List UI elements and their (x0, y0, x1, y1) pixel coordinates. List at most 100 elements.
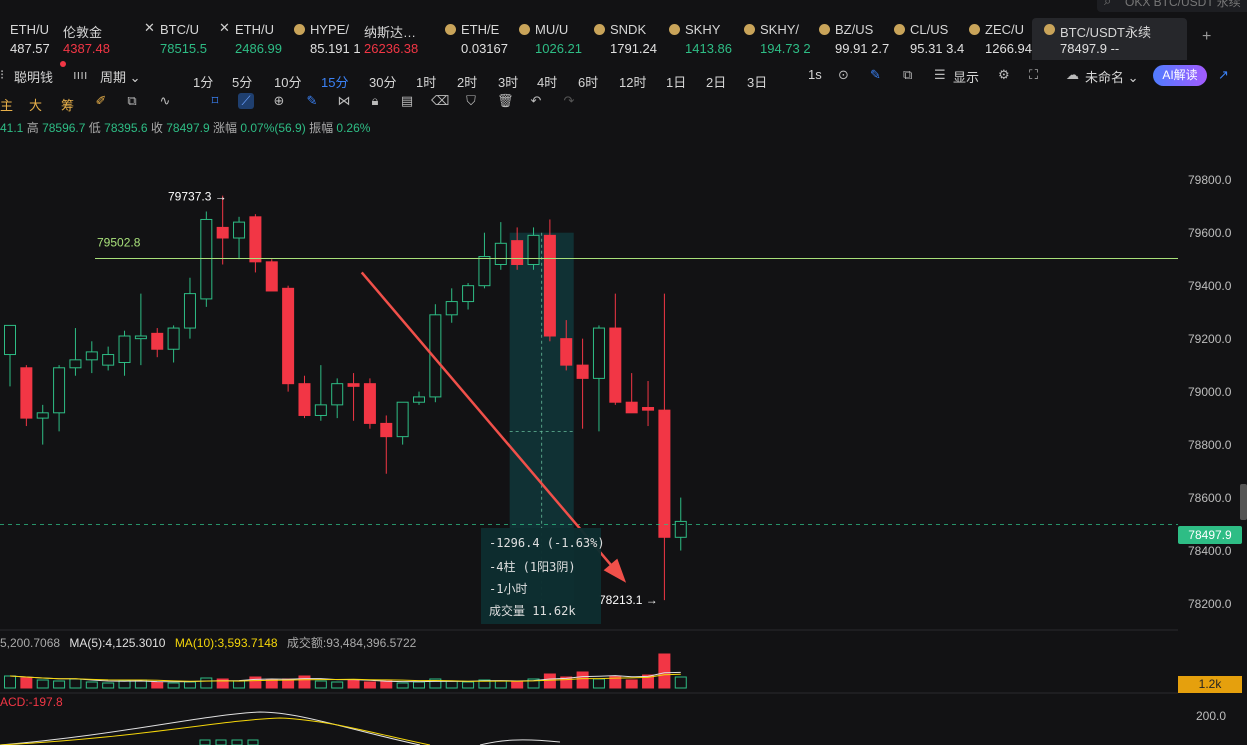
volume-bar (478, 679, 491, 689)
lock-icon[interactable]: 🔒︎ (367, 93, 383, 109)
interval-5[interactable]: 1时 (416, 72, 436, 91)
indicator-icon[interactable]: ∿ (157, 93, 173, 109)
camera-icon[interactable]: ⊙ (838, 67, 849, 83)
low-price-marker: 78213.1 → (599, 593, 658, 607)
measure-duration: -1小时 (489, 582, 528, 596)
candle-type-icon[interactable]: ıııı (73, 67, 87, 82)
interval-3[interactable]: 15分 (321, 72, 348, 91)
volume-bar (543, 673, 556, 689)
trash-icon[interactable]: 🗑︎ (497, 93, 514, 109)
volume-bar (380, 680, 393, 689)
bookmark-icon[interactable]: ⌑ (207, 93, 223, 109)
pen-icon[interactable]: ✎ (870, 67, 881, 83)
change-label: 涨幅 (212, 121, 237, 135)
brush-icon[interactable]: ✐ (93, 93, 109, 109)
ticker-price: 1413.86 (685, 41, 732, 56)
candle-body (118, 335, 131, 363)
ticker-price: 26236.38 (364, 41, 419, 56)
template-icon[interactable]: ▤ (399, 93, 415, 109)
candle-body (216, 226, 229, 239)
volume-bar (249, 676, 262, 689)
ticker-price: 95.31 3.4 (910, 41, 965, 56)
volume-bar (20, 677, 33, 689)
interval-13[interactable]: 3日 (747, 72, 767, 91)
realtime-toggle[interactable]: 1s (808, 67, 822, 82)
candle-body (642, 407, 655, 411)
popout-icon[interactable]: ⧉ (903, 67, 912, 83)
candle-body (20, 367, 33, 419)
interval-1[interactable]: 5分 (232, 72, 252, 91)
interval-12[interactable]: 2日 (706, 72, 726, 91)
ticker-tab-bar: ETH/U 487.57 伦敦金 4387.48 ✕ BTC/U 78515.5 ✕ ETH/U… (0, 16, 1247, 60)
magnet-icon[interactable]: ⋈ (336, 93, 352, 109)
redo-icon[interactable]: ↷ (561, 93, 577, 109)
compare-icon[interactable]: ⧉ (124, 93, 140, 109)
candle-body (658, 409, 671, 538)
measure-change: -1296.4 (-1.63%) (489, 536, 605, 550)
layout-name-dropdown[interactable]: 未命名 ⌄ (1085, 67, 1139, 86)
ticker-price: 1026.21 (535, 41, 582, 56)
price-tick-label: 78800.0 (1188, 437, 1232, 452)
coin-icon (819, 24, 830, 35)
big-order-button[interactable]: 大 (29, 95, 42, 114)
candle-body (560, 338, 573, 366)
volume-bar (134, 679, 147, 689)
interval-6[interactable]: 2时 (457, 72, 477, 91)
period-dropdown[interactable]: 周期 ⌄ (100, 67, 141, 86)
coin-icon (744, 24, 755, 35)
chip-distribution-button[interactable]: 筹 (61, 95, 74, 114)
ruler-icon[interactable]: ⟋ (238, 93, 254, 109)
undo-icon[interactable]: ↶ (528, 93, 544, 109)
search-input[interactable]: OKX BTC/USDT 永续 (1097, 0, 1247, 12)
high-price-marker: 79737.3 → (168, 189, 227, 203)
settings-icon[interactable]: ⚙ (998, 67, 1010, 83)
draw-icon[interactable]: ✎ (304, 93, 320, 109)
filter-icon[interactable]: ⛉ (463, 93, 479, 109)
fullscreen-icon[interactable]: ⛶ (1029, 67, 1038, 83)
volume-bar (576, 671, 589, 689)
volume-bar (183, 681, 196, 689)
ticker-price: 78497.9 -- (1060, 41, 1120, 56)
volume-bar (445, 680, 458, 689)
ai-interpret-button[interactable]: AI解读 (1153, 65, 1207, 86)
macd-histogram-bar (247, 739, 259, 745)
share-icon[interactable]: ↗ (1218, 67, 1229, 83)
interval-8[interactable]: 4时 (537, 72, 557, 91)
interval-11[interactable]: 1日 (666, 72, 686, 91)
candle-body (249, 216, 262, 263)
interval-10[interactable]: 12时 (619, 72, 646, 91)
volume-axis-tag: 1.2k (1178, 676, 1242, 693)
interval-4[interactable]: 30分 (369, 72, 396, 91)
price-tick-label: 78200.0 (1188, 596, 1232, 611)
interval-9[interactable]: 6时 (578, 72, 598, 91)
add-tab-button[interactable]: + (1202, 28, 1211, 46)
interval-0[interactable]: 1分 (193, 72, 213, 91)
search-icon: ⌕ (1104, 0, 1112, 8)
account-label[interactable]: 聪明钱 (14, 67, 53, 86)
current-price-tag: 78497.9 (1178, 526, 1242, 544)
scrollbar-handle[interactable] (1240, 484, 1247, 520)
volume-bar (118, 680, 131, 689)
candle-body (380, 422, 393, 438)
zoom-icon[interactable]: ⊕ (271, 93, 287, 109)
candle-body (462, 285, 475, 303)
ticker-name: CL/US (910, 22, 949, 37)
candle-body (298, 383, 311, 416)
ticker-name: SKHY (685, 22, 721, 37)
candle-body (527, 234, 540, 265)
eraser-icon[interactable]: ⌫ (431, 93, 449, 109)
ticker-name: 伦敦金 (63, 25, 103, 40)
interval-7[interactable]: 3时 (498, 72, 518, 91)
volume-bar (413, 681, 425, 689)
main-indicator-button[interactable]: 主 (0, 95, 13, 114)
macd-dea-line (0, 717, 431, 745)
candle-body (494, 242, 507, 265)
interval-2[interactable]: 10分 (274, 72, 301, 91)
amplitude-value: 0.26% (336, 121, 371, 135)
volume-bar (625, 679, 638, 689)
volume-bar (642, 674, 655, 689)
volume-bar (347, 679, 360, 689)
display-button[interactable]: 显示 (953, 67, 979, 86)
price-tick-label: 79400.0 (1188, 278, 1232, 293)
macd-legend: ACD:-197.8 (0, 695, 63, 709)
